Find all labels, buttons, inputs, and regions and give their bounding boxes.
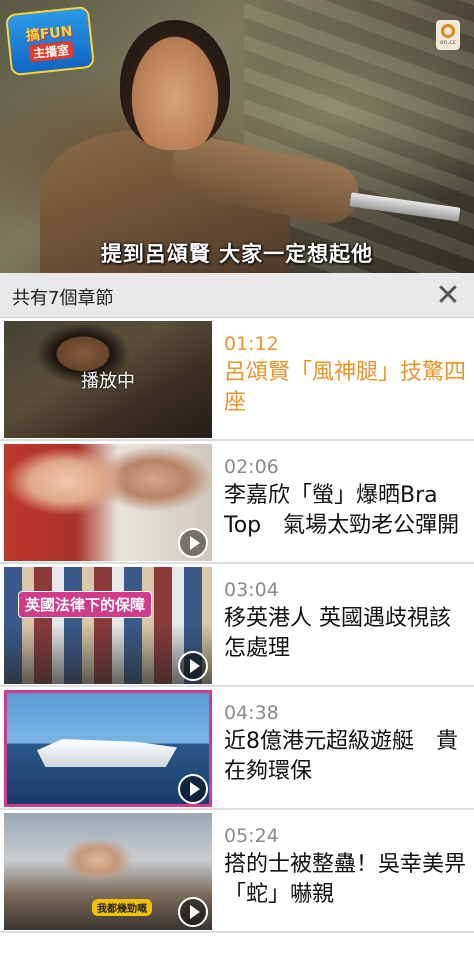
now-playing-overlay: 播放中 — [4, 321, 212, 438]
chapter-time: 01:12 — [224, 333, 279, 355]
channel-logo: 搞FUN 主播室 — [4, 5, 96, 77]
chapter-meta: 04:38 近8億港元超級遊艇 貴在夠環保 — [224, 701, 466, 787]
play-icon[interactable] — [178, 897, 208, 927]
video-frame-head — [120, 20, 230, 150]
play-icon[interactable] — [178, 651, 208, 681]
badge-text: on.cc — [440, 39, 456, 46]
now-playing-label: 播放中 — [81, 370, 135, 392]
chapter-meta: 01:12 呂頌賢「風神腿」技驚四座 — [224, 332, 466, 418]
chapter-thumbnail: 英國法律下的保障 — [4, 567, 212, 684]
thumbnail-tag: 我都幾勁嘅 — [92, 899, 152, 916]
chapter-time: 05:24 — [224, 825, 279, 847]
chapter-title: 李嘉欣「螢」爆晒Bra Top 氣場太勁老公彈開 — [224, 483, 460, 538]
chapter-title: 搭的士被整蠱！吳幸美畀「蛇」嚇親 — [224, 852, 467, 907]
chapters-header: 共有7個章節 ✕ — [0, 273, 474, 318]
chapter-thumbnail: 播放中 — [4, 321, 212, 438]
chapter-thumbnail — [4, 690, 212, 807]
video-player[interactable]: 搞FUN 主播室 on.cc 提到呂頌賢 大家一定想起他 — [0, 0, 474, 273]
chapter-time: 02:06 — [224, 456, 279, 478]
chapter-item[interactable]: 02:06 李嘉欣「螢」爆晒Bra Top 氣場太勁老公彈開 — [0, 441, 474, 564]
chapter-item[interactable]: 英國法律下的保障 03:04 移英港人 英國遇歧視該怎處理 — [0, 564, 474, 687]
chapter-item[interactable]: 我都幾勁嘅 05:24 搭的士被整蠱！吳幸美畀「蛇」嚇親 — [0, 810, 474, 933]
thumbnail-yacht — [37, 739, 177, 767]
chapter-meta: 02:06 李嘉欣「螢」爆晒Bra Top 氣場太勁老公彈開 — [224, 455, 466, 541]
chapter-time: 04:38 — [224, 702, 279, 724]
chapter-time: 03:04 — [224, 579, 279, 601]
play-icon[interactable] — [178, 528, 208, 558]
chapter-item[interactable]: 04:38 近8億港元超級遊艇 貴在夠環保 — [0, 687, 474, 810]
thumbnail-tag: 英國法律下的保障 — [18, 591, 153, 618]
badge-ring — [441, 24, 455, 38]
video-subtitle: 提到呂頌賢 大家一定想起他 — [100, 242, 374, 266]
chapter-item[interactable]: 播放中 01:12 呂頌賢「風神腿」技驚四座 — [0, 318, 474, 441]
chapter-title: 移英港人 英國遇歧視該怎處理 — [224, 606, 451, 661]
chapter-count: 共有7個章節 — [12, 288, 114, 309]
chapter-title: 近8億港元超級遊艇 貴在夠環保 — [224, 729, 458, 784]
close-icon[interactable]: ✕ — [432, 278, 464, 313]
chapter-thumbnail — [4, 444, 212, 561]
chapter-meta: 05:24 搭的士被整蠱！吳幸美畀「蛇」嚇親 — [224, 824, 466, 910]
chapter-list: 播放中 01:12 呂頌賢「風神腿」技驚四座 02:06 李嘉欣「螢」爆晒Bra… — [0, 318, 474, 933]
chapter-meta: 03:04 移英港人 英國遇歧視該怎處理 — [224, 578, 466, 664]
play-icon[interactable] — [178, 774, 208, 804]
broadcaster-badge-icon: on.cc — [436, 20, 460, 50]
chapter-thumbnail: 我都幾勁嘅 — [4, 813, 212, 930]
chapter-title: 呂頌賢「風神腿」技驚四座 — [224, 360, 467, 415]
